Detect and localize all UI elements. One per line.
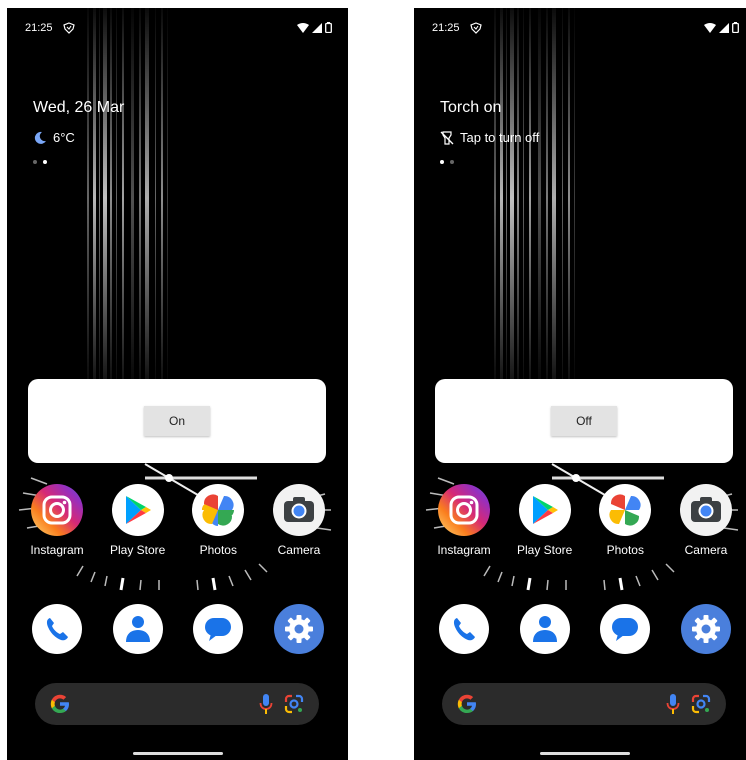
camera-icon [272, 484, 325, 536]
instagram-icon [438, 484, 490, 536]
gesture-nav-bar[interactable] [540, 752, 630, 755]
app-label: Instagram [437, 543, 491, 557]
phone-screen-torch-on: 21:25 Torch on Tap to turn off Off Insta… [414, 8, 746, 760]
photos-icon [599, 484, 652, 536]
status-bar: 21:25 [25, 22, 332, 38]
page-dot-active [440, 160, 444, 164]
settings-icon[interactable] [680, 604, 731, 654]
messages-icon[interactable] [600, 604, 651, 654]
google-g-icon [50, 694, 69, 713]
phone-screen-torch-off: 21:25 Wed, 26 Mar 6°C On Instagram Play … [7, 8, 348, 760]
app-label: Camera [684, 543, 728, 557]
battery-icon [732, 22, 739, 33]
app-camera[interactable]: Camera [259, 484, 339, 557]
widget-page-indicator [440, 160, 454, 164]
instagram-icon [31, 484, 83, 536]
mic-icon[interactable] [666, 693, 680, 715]
app-label: Camera [277, 543, 321, 557]
torch-toggle-button[interactable]: Off [551, 406, 617, 436]
app-label: Photos [606, 543, 644, 557]
home-app-row: Instagram Play Store Photos Camera [17, 484, 339, 557]
app-label: Play Store [109, 543, 166, 557]
page-dot-active [43, 160, 47, 164]
at-a-glance-title[interactable]: Torch on [440, 99, 501, 117]
wifi-icon [297, 22, 309, 33]
status-bar: 21:25 [432, 22, 739, 38]
contacts-icon[interactable] [112, 604, 163, 654]
google-g-icon [457, 694, 476, 713]
battery-icon [325, 22, 332, 33]
status-time: 21:25 [432, 22, 460, 34]
widget-page-indicator [33, 160, 47, 164]
play-store-icon [518, 484, 571, 536]
wallpaper [87, 8, 168, 388]
app-label: Photos [199, 543, 237, 557]
play-store-icon [111, 484, 164, 536]
at-a-glance-title[interactable]: Wed, 26 Mar [33, 99, 124, 117]
google-search-bar[interactable] [442, 683, 726, 725]
phone-icon[interactable] [32, 604, 82, 654]
gesture-nav-bar[interactable] [133, 752, 223, 755]
signal-icon [719, 22, 729, 33]
torch-dialog: On [28, 379, 326, 463]
dock [424, 604, 746, 654]
torch-hint: Tap to turn off [460, 130, 540, 145]
dock [17, 604, 339, 654]
settings-icon[interactable] [273, 604, 324, 654]
messages-icon[interactable] [193, 604, 244, 654]
page-dot [450, 160, 454, 164]
vpn-icon [63, 22, 75, 34]
google-search-bar[interactable] [35, 683, 319, 725]
google-lens-icon[interactable] [690, 693, 712, 715]
app-instagram[interactable]: Instagram [17, 484, 97, 557]
app-play-store[interactable]: Play Store [98, 484, 178, 557]
flashlight-off-icon [440, 130, 454, 145]
home-app-row: Instagram Play Store Photos Camera [424, 484, 746, 557]
app-play-store[interactable]: Play Store [505, 484, 585, 557]
at-a-glance-subtitle[interactable]: 6°C [33, 130, 75, 145]
mic-icon[interactable] [259, 693, 273, 715]
photos-icon [192, 484, 245, 536]
vpn-icon [470, 22, 482, 34]
at-a-glance-subtitle[interactable]: Tap to turn off [440, 130, 539, 145]
app-label: Play Store [516, 543, 573, 557]
wifi-icon [704, 22, 716, 33]
torch-dialog: Off [435, 379, 733, 463]
status-time: 21:25 [25, 22, 53, 34]
moon-icon [34, 131, 46, 144]
page-dot [33, 160, 37, 164]
signal-icon [312, 22, 322, 33]
app-photos[interactable]: Photos [178, 484, 258, 557]
phone-icon[interactable] [439, 604, 489, 654]
app-instagram[interactable]: Instagram [424, 484, 504, 557]
app-camera[interactable]: Camera [666, 484, 746, 557]
camera-icon [679, 484, 732, 536]
wallpaper [494, 8, 575, 388]
app-label: Instagram [30, 543, 84, 557]
google-lens-icon[interactable] [283, 693, 305, 715]
torch-toggle-button[interactable]: On [144, 406, 210, 436]
weather-temperature: 6°C [53, 130, 75, 145]
app-photos[interactable]: Photos [585, 484, 665, 557]
contacts-icon[interactable] [519, 604, 570, 654]
